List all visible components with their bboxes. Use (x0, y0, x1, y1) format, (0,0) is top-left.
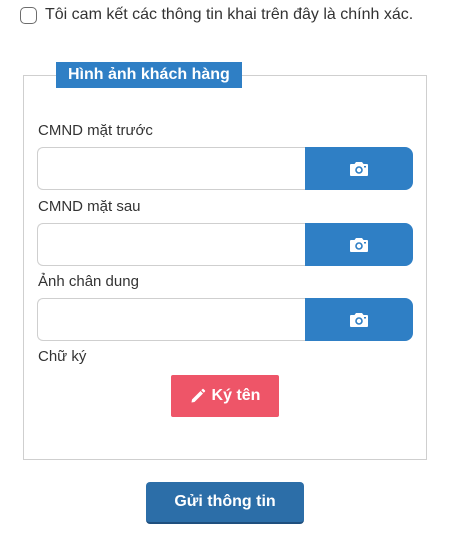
submit-button[interactable]: Gửi thông tin (146, 482, 304, 524)
sign-button-label: Ký tên (211, 387, 261, 404)
portrait-label: Ảnh chân dung (38, 273, 139, 290)
customer-image-form: Tôi cam kết các thông tin khai trên đây … (0, 0, 450, 535)
consent-row: Tôi cam kết các thông tin khai trên đây … (20, 2, 432, 28)
id-back-upload (37, 223, 413, 266)
consent-text: Tôi cam kết các thông tin khai trên đây … (45, 6, 414, 23)
signature-label: Chữ ký (38, 348, 87, 365)
id-back-label: CMND mặt sau (38, 198, 141, 215)
camera-icon (350, 161, 368, 176)
camera-icon (350, 312, 368, 327)
portrait-upload (37, 298, 413, 341)
id-front-upload (37, 147, 413, 190)
portrait-input[interactable] (37, 298, 305, 341)
id-back-input[interactable] (37, 223, 305, 266)
camera-icon (350, 237, 368, 252)
consent-checkbox[interactable] (20, 7, 37, 24)
id-back-camera-button[interactable] (305, 223, 413, 266)
submit-button-label: Gửi thông tin (174, 493, 276, 510)
pencil-icon (191, 388, 205, 403)
id-front-input[interactable] (37, 147, 305, 190)
id-front-label: CMND mặt trước (38, 122, 153, 139)
portrait-camera-button[interactable] (305, 298, 413, 341)
id-front-camera-button[interactable] (305, 147, 413, 190)
sign-button[interactable]: Ký tên (171, 375, 279, 417)
panel-legend: Hình ảnh khách hàng (56, 62, 242, 88)
